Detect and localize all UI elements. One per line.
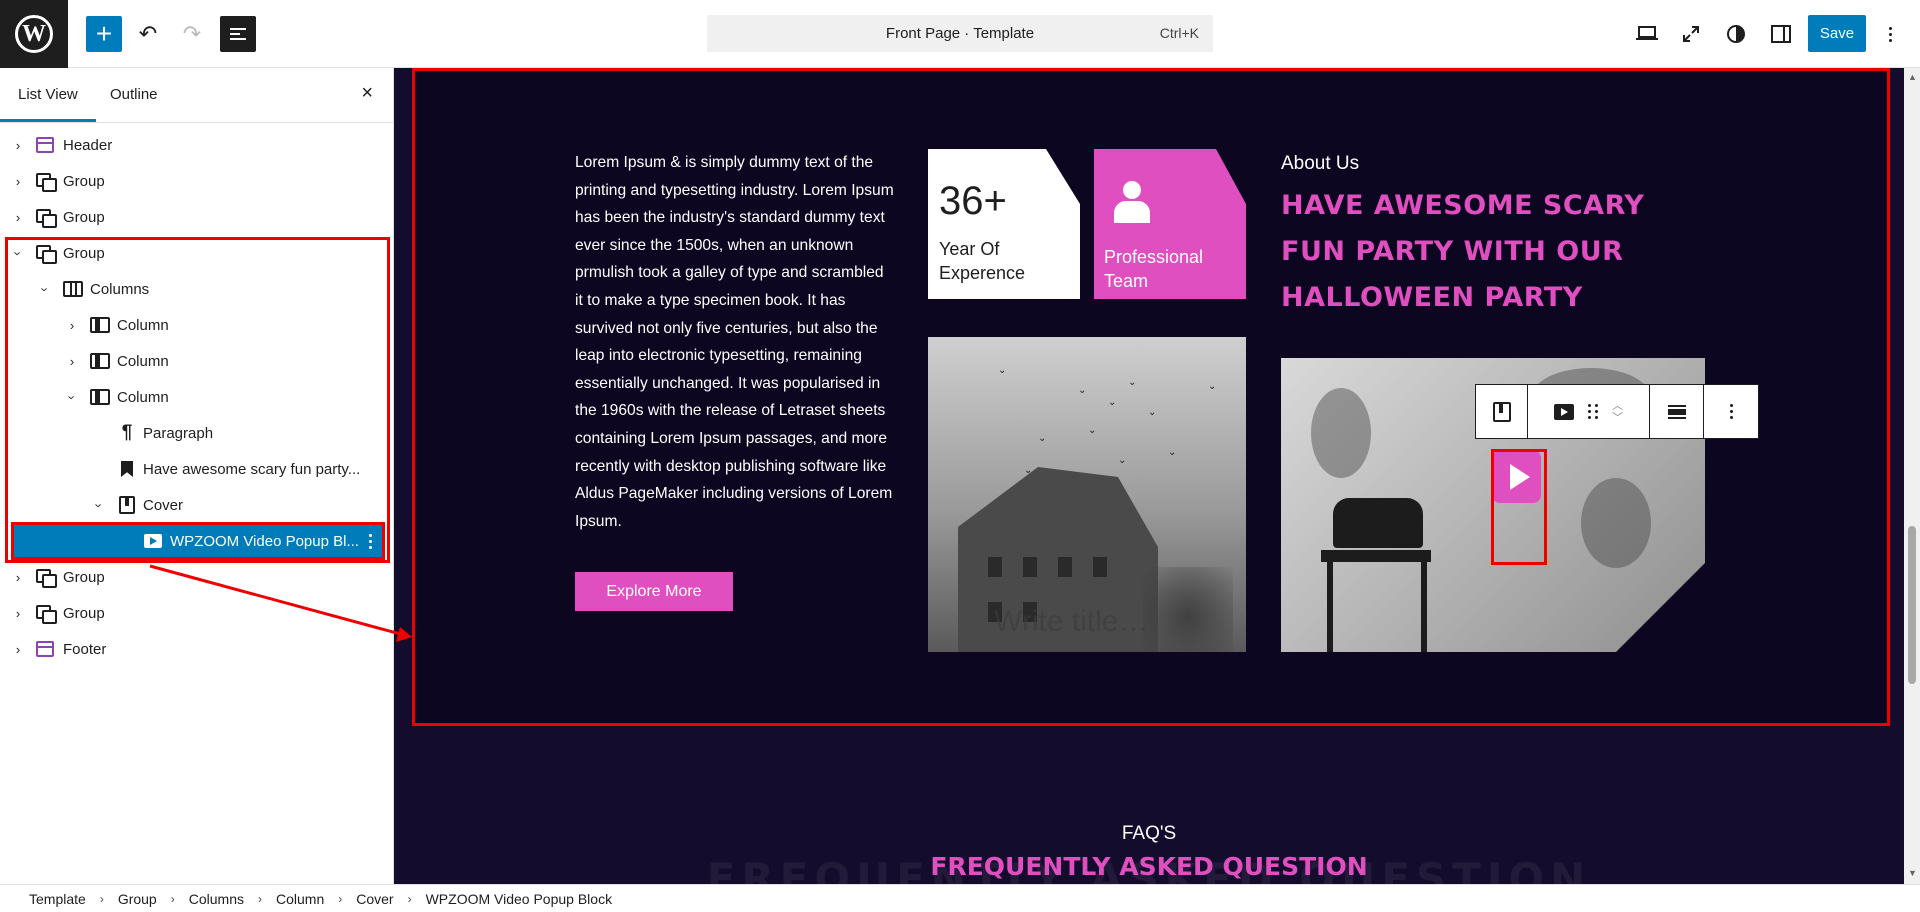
list-item-group[interactable]: › Group: [0, 595, 394, 631]
styles-button[interactable]: [1719, 16, 1753, 52]
list-item-group[interactable]: › Group: [0, 199, 394, 235]
document-title: Front Page · Template: [885, 25, 1035, 42]
about-section-group[interactable]: Lorem Ipsum & is simply dummy text of th…: [412, 68, 1890, 726]
professional-team-card: Professional Team: [1094, 149, 1246, 299]
template-part-icon: [34, 135, 56, 155]
breadcrumb-item[interactable]: Group: [118, 891, 157, 907]
about-us-label[interactable]: About Us: [1281, 153, 1359, 175]
lead-paragraph[interactable]: Lorem Ipsum & is simply dummy text of th…: [575, 149, 895, 535]
experience-stat-card: 36+ Year Of Experence: [928, 149, 1080, 299]
tab-outline[interactable]: Outline: [110, 86, 158, 103]
chevron-right-icon[interactable]: ›: [11, 210, 25, 225]
scroll-down-icon: ▼: [1908, 868, 1917, 878]
stat-label: Year Of Experence: [939, 239, 1026, 283]
group-highlight-box: [5, 237, 390, 563]
wordpress-logo-icon: W: [15, 15, 53, 53]
list-item-label: Group: [63, 208, 105, 226]
list-item-label: Group: [63, 568, 105, 586]
sidebar-toggle-icon: [1771, 25, 1791, 43]
play-button-highlight-box: [1491, 449, 1547, 565]
command-shortcut: Ctrl+K: [1159, 25, 1199, 41]
video-popup-icon[interactable]: [1554, 403, 1574, 420]
breadcrumb-item[interactable]: Columns: [189, 891, 244, 907]
cover-icon: [1492, 401, 1511, 422]
kebab-icon: [1729, 404, 1733, 419]
breadcrumb-item[interactable]: Column: [276, 891, 324, 907]
person-icon: [1114, 181, 1150, 225]
breadcrumb-item[interactable]: Cover: [356, 891, 393, 907]
preview-device-button[interactable]: [1630, 16, 1664, 52]
selected-item-highlight-box: [11, 522, 385, 560]
haunted-house-image[interactable]: ⌄ ⌄ ⌄ ⌄ ⌄ ⌄ ⌄ ⌄ ⌄ ⌄ ⌄ Write title…: [928, 337, 1246, 652]
list-view-sidebar: List View Outline × › Header › Group › G…: [0, 68, 394, 884]
block-breadcrumb: Template › Group › Columns › Column › Cover ›…: [0, 884, 1920, 912]
faq-heading[interactable]: Frequently asked question: [394, 852, 1904, 881]
chevron-right-icon[interactable]: ›: [11, 606, 25, 621]
faq-label[interactable]: FAQ'S: [394, 823, 1904, 845]
cover-title-placeholder[interactable]: Write title…: [994, 605, 1148, 639]
contrast-icon: [1727, 25, 1745, 43]
align-icon: [1667, 404, 1686, 419]
move-up-down-icon[interactable]: ︿ ﹀: [1612, 400, 1623, 424]
editor-top-bar: W + ↶ ↷ Front Page · Template Ctrl+K Sav…: [0, 0, 1920, 68]
explore-more-button[interactable]: Explore More: [575, 572, 733, 611]
close-icon[interactable]: ×: [361, 82, 373, 105]
block-toolbar: ︿ ﹀: [1475, 384, 1759, 439]
expand-icon: [1683, 26, 1699, 42]
team-label: Professional Team: [1104, 247, 1204, 291]
redo-button[interactable]: ↷: [174, 16, 210, 52]
chevron-right-icon: ›: [407, 891, 412, 906]
group-icon: [34, 603, 57, 624]
breadcrumb-current: WPZOOM Video Popup Block: [425, 890, 613, 907]
canvas-scrollbar[interactable]: ▲ ▼: [1904, 68, 1920, 884]
fullscreen-button[interactable]: [1674, 16, 1708, 52]
settings-sidebar-button[interactable]: [1764, 16, 1798, 52]
template-part-icon: [34, 639, 56, 659]
breadcrumb-item[interactable]: Template: [29, 891, 86, 907]
list-item-group[interactable]: › Group: [0, 163, 394, 199]
chevron-right-icon[interactable]: ›: [11, 174, 25, 189]
chevron-right-icon: ›: [338, 891, 343, 906]
group-icon: [34, 567, 57, 588]
group-icon: [34, 207, 57, 228]
more-options-button[interactable]: [1704, 385, 1758, 438]
chevron-right-icon: ›: [99, 891, 104, 906]
command-palette-bar[interactable]: Front Page · Template Ctrl+K: [707, 15, 1213, 52]
editor-canvas: Lorem Ipsum & is simply dummy text of th…: [394, 68, 1904, 884]
list-item-footer[interactable]: › Footer: [0, 631, 394, 667]
options-menu-button[interactable]: [1880, 18, 1900, 50]
align-button[interactable]: [1650, 385, 1704, 438]
undo-button[interactable]: ↶: [130, 16, 166, 52]
chevron-right-icon: ›: [257, 891, 262, 906]
chevron-right-icon: ›: [170, 891, 175, 906]
chevron-right-icon[interactable]: ›: [11, 138, 25, 153]
chevron-right-icon[interactable]: ›: [11, 570, 25, 585]
laptop-icon: [1636, 26, 1658, 40]
parent-block-selector[interactable]: [1476, 385, 1528, 438]
scroll-thumb[interactable]: [1908, 526, 1916, 684]
list-item-header[interactable]: › Header: [0, 127, 394, 163]
list-item-label: Footer: [63, 640, 107, 658]
list-item-label: Group: [63, 172, 105, 190]
stat-number: 36+: [939, 179, 1007, 223]
document-overview-button[interactable]: [220, 16, 256, 52]
sidebar-tabs: List View Outline ×: [0, 68, 393, 123]
list-view-icon: [230, 25, 246, 43]
list-item-group[interactable]: › Group: [0, 559, 394, 595]
group-icon: [34, 171, 57, 192]
chevron-right-icon[interactable]: ›: [11, 642, 25, 657]
drag-handle-icon[interactable]: [1588, 404, 1598, 419]
wordpress-logo-button[interactable]: W: [0, 0, 68, 68]
block-type-controls: ︿ ﹀: [1528, 385, 1650, 438]
list-item-label: Group: [63, 604, 105, 622]
about-heading[interactable]: Have awesome scary fun party with our ha…: [1281, 183, 1681, 321]
scroll-up-icon: ▲: [1908, 72, 1917, 82]
add-block-button[interactable]: +: [86, 16, 122, 52]
tab-list-view[interactable]: List View: [0, 86, 96, 122]
save-button[interactable]: Save: [1808, 15, 1866, 52]
list-item-label: Header: [63, 136, 113, 154]
